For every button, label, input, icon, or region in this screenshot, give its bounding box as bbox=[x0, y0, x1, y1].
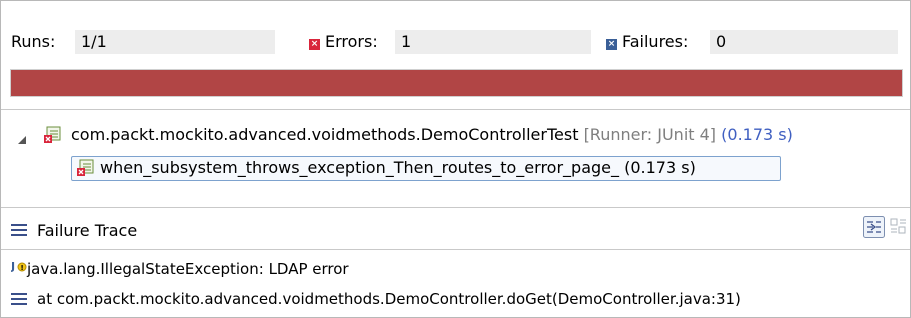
errors-label: Errors: bbox=[325, 32, 378, 51]
test-suite-time: (0.173 s) bbox=[721, 125, 793, 144]
progress-bar-fill bbox=[11, 70, 902, 96]
divider bbox=[1, 109, 910, 110]
test-case-name: when_subsystem_throws_exception_Then_rou… bbox=[100, 158, 619, 177]
failures-counter: × Failures: 0 bbox=[606, 30, 898, 54]
runs-counter: Runs: 1/1 bbox=[11, 30, 275, 54]
svg-text:!: ! bbox=[21, 264, 24, 272]
test-suite-runner: [Runner: JUnit 4] bbox=[583, 125, 717, 144]
progress-bar bbox=[10, 69, 903, 97]
tree-toggle-icon[interactable] bbox=[17, 130, 27, 144]
test-case-time: (0.173 s) bbox=[624, 158, 696, 177]
stack-trace-icon bbox=[11, 223, 27, 237]
divider bbox=[1, 249, 910, 250]
test-case-label[interactable]: when_subsystem_throws_exception_Then_rou… bbox=[100, 157, 696, 179]
failures-label: Failures: bbox=[622, 32, 689, 51]
trace-line-stack-frame[interactable]: at com.packt.mockito.advanced.voidmethod… bbox=[37, 288, 741, 310]
failure-icon: × bbox=[606, 39, 617, 50]
test-suite-error-icon bbox=[44, 126, 62, 143]
stack-frame-icon bbox=[11, 293, 27, 307]
failure-trace-title: Failure Trace bbox=[37, 221, 138, 240]
exception-icon: J ! bbox=[10, 259, 27, 275]
filter-stack-icon[interactable] bbox=[863, 216, 885, 238]
failures-value: 0 bbox=[710, 30, 898, 54]
junit-view: Runs: 1/1 × Errors: 1 × Failures: 0 com.… bbox=[0, 0, 911, 318]
errors-counter: × Errors: 1 bbox=[309, 30, 591, 54]
divider bbox=[1, 207, 910, 208]
test-suite-row[interactable]: com.packt.mockito.advanced.voidmethods.D… bbox=[71, 124, 793, 146]
test-case-error-icon bbox=[77, 159, 95, 176]
compare-result-icon[interactable] bbox=[889, 216, 911, 238]
trace-line-exception[interactable]: java.lang.IllegalStateException: LDAP er… bbox=[27, 258, 349, 280]
error-icon: × bbox=[309, 39, 320, 50]
test-suite-name: com.packt.mockito.advanced.voidmethods.D… bbox=[71, 125, 579, 144]
errors-value: 1 bbox=[395, 30, 591, 54]
runs-label: Runs: bbox=[11, 32, 56, 51]
runs-value: 1/1 bbox=[75, 30, 275, 54]
svg-text:J: J bbox=[11, 260, 15, 273]
counters-row: Runs: 1/1 × Errors: 1 × Failures: 0 bbox=[11, 30, 901, 54]
